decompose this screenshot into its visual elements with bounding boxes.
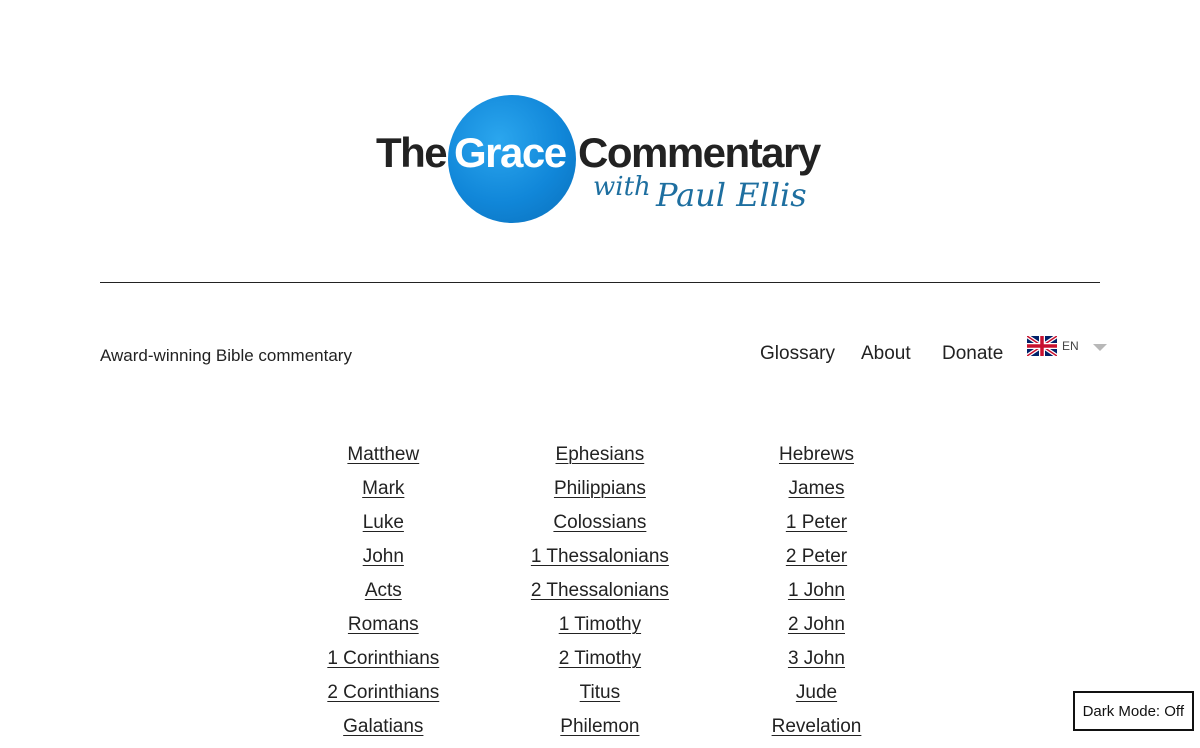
book-link[interactable]: 1 John [788, 578, 845, 612]
book-link[interactable]: Romans [348, 612, 419, 646]
nav-item-glossary[interactable]: Glossary [760, 343, 835, 365]
book-link[interactable]: James [789, 476, 845, 510]
book-link[interactable]: Philemon [560, 714, 639, 748]
book-link[interactable]: Galatians [343, 714, 423, 748]
book-link[interactable]: Hebrews [779, 442, 854, 476]
book-link[interactable]: 2 Corinthians [327, 680, 439, 714]
book-link[interactable]: Philippians [554, 476, 646, 510]
logo-word-with: with [593, 172, 651, 202]
book-link[interactable]: 1 Thessalonians [531, 544, 669, 578]
site-logo[interactable]: The Grace Commentary with Paul Ellis [370, 90, 830, 230]
books-grid: Matthew Mark Luke John Acts Romans 1 Cor… [275, 442, 925, 748]
book-link[interactable]: Jude [796, 680, 837, 714]
book-link[interactable]: John [363, 544, 404, 578]
book-link[interactable]: 1 Timothy [559, 612, 641, 646]
main-nav: Glossary About Donate [0, 343, 1200, 367]
book-link[interactable]: 1 Corinthians [327, 646, 439, 680]
books-column-2: Ephesians Philippians Colossians 1 Thess… [492, 442, 709, 748]
book-link[interactable]: Luke [363, 510, 404, 544]
logo-word-commentary: Commentary [578, 129, 821, 176]
book-link[interactable]: Matthew [347, 442, 419, 476]
language-selector[interactable]: EN [1027, 334, 1117, 358]
nav-item-donate[interactable]: Donate [942, 343, 1003, 365]
language-code: EN [1062, 339, 1079, 353]
book-link[interactable]: 3 John [788, 646, 845, 680]
book-link[interactable]: 2 Thessalonians [531, 578, 669, 612]
header-divider [100, 282, 1100, 283]
uk-flag-icon [1027, 336, 1057, 356]
logo-author: Paul Ellis [656, 176, 807, 214]
logo-word-the: The [376, 129, 448, 176]
book-link[interactable]: Ephesians [556, 442, 645, 476]
nav-item-about[interactable]: About [861, 343, 911, 365]
book-link[interactable]: Acts [365, 578, 402, 612]
chevron-down-icon [1093, 344, 1107, 351]
book-link[interactable]: Revelation [772, 714, 862, 748]
book-link[interactable]: 2 Timothy [559, 646, 641, 680]
logo-word-grace: Grace [454, 129, 567, 176]
books-column-1: Matthew Mark Luke John Acts Romans 1 Cor… [275, 442, 492, 748]
book-link[interactable]: Mark [362, 476, 404, 510]
book-link[interactable]: 2 John [788, 612, 845, 646]
book-link[interactable]: Colossians [553, 510, 646, 544]
dark-mode-toggle[interactable]: Dark Mode: Off [1072, 691, 1194, 731]
book-link[interactable]: Titus [580, 680, 620, 714]
book-link[interactable]: 1 Peter [786, 510, 847, 544]
book-link[interactable]: 2 Peter [786, 544, 847, 578]
books-column-3: Hebrews James 1 Peter 2 Peter 1 John 2 J… [708, 442, 925, 748]
